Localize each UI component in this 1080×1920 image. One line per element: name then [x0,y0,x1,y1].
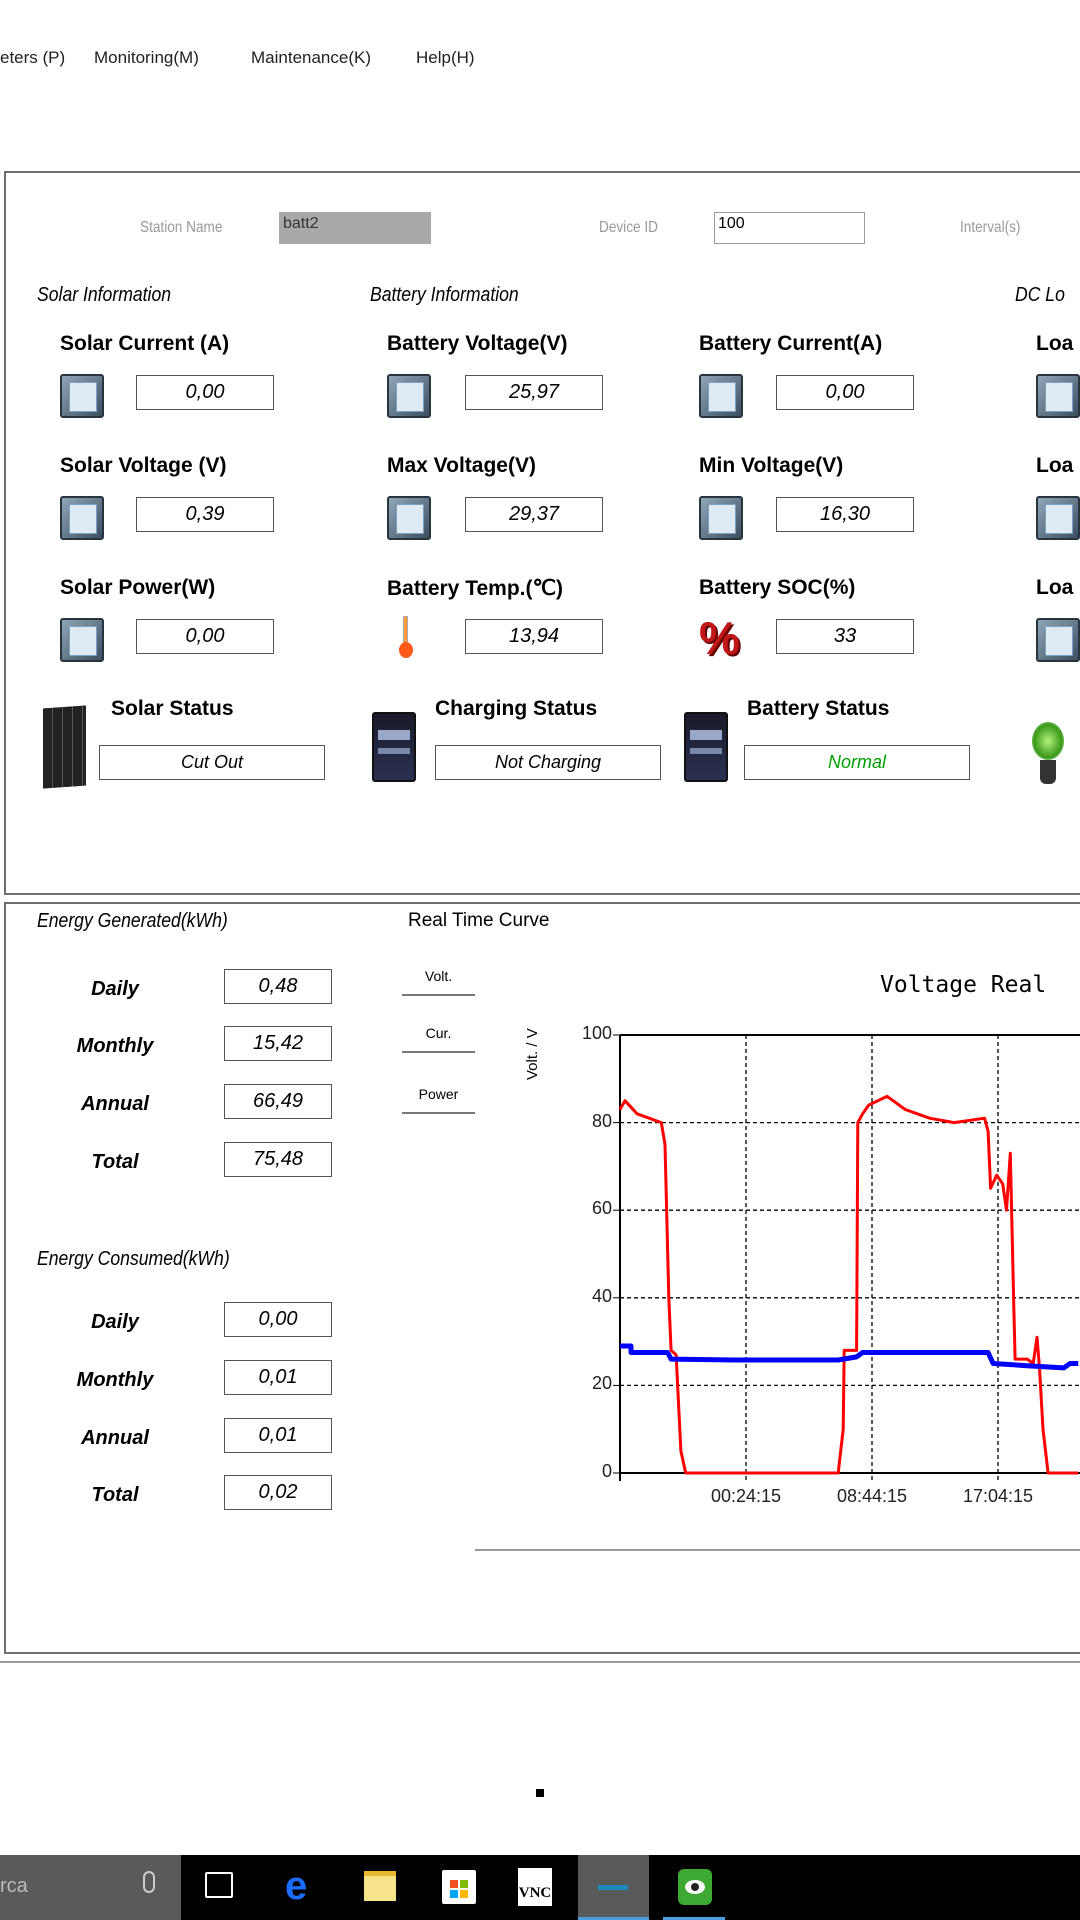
y-tick-label: 0 [601,1461,612,1481]
edge-icon[interactable]: e [285,1866,321,1906]
voltage-chart [613,1034,1080,1481]
cursor-marker [536,1789,544,1797]
y-tick-label: 40 [591,1285,612,1306]
microphone-icon[interactable] [143,1871,155,1893]
x-tick-label: 08:44:15 [836,1486,908,1506]
active-app-button[interactable] [578,1855,649,1920]
x-tick-label: 17:04:15 [962,1486,1034,1506]
search-text: rca [0,1875,28,1897]
y-tick-label: 100 [581,1023,612,1043]
y-tick-label: 20 [591,1373,612,1394]
eye-app-icon [678,1869,712,1905]
search-box[interactable]: rca [0,1855,181,1920]
eye-app-button[interactable] [663,1855,725,1920]
x-tick-label: 00:24:15 [710,1486,782,1506]
app-icon [598,1885,628,1890]
file-explorer-icon[interactable] [364,1871,396,1901]
red-voltage-series [618,1094,1079,1475]
store-icon[interactable] [442,1870,476,1904]
chart-bottom-divider [475,1549,1080,1551]
y-tick-label: 60 [591,1198,612,1219]
task-view-icon[interactable] [205,1872,233,1898]
vnc-icon[interactable]: VNC [518,1868,552,1906]
y-tick-label: 80 [591,1110,612,1131]
